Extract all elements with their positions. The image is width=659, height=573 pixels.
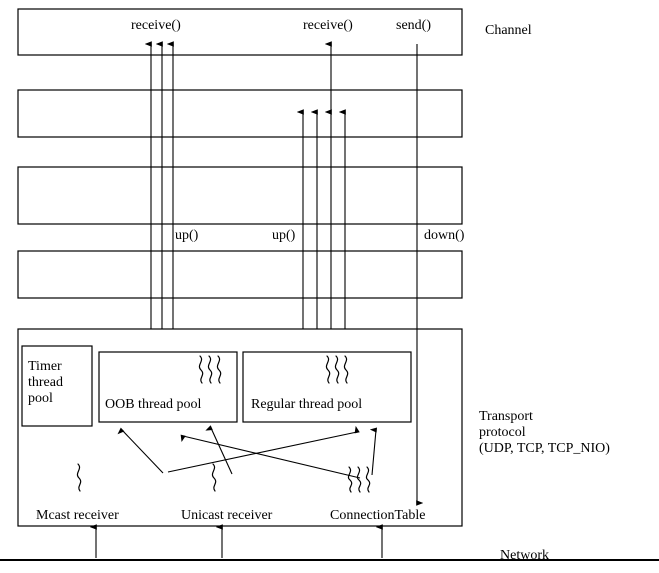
diagram-canvas: receive() receive() send() Channel up() … — [0, 0, 659, 573]
unicast-receiver-label: Unicast receiver — [181, 508, 273, 523]
up-mid-label: up() — [272, 228, 296, 243]
channel-label: Channel — [485, 23, 532, 38]
receive-left-label: receive() — [131, 18, 181, 33]
protocol-layer-box-1 — [17, 89, 463, 138]
mcast-receiver-label: Mcast receiver — [36, 508, 119, 523]
protocol-layer-box-2 — [17, 166, 463, 225]
diagram-vector-layer — [0, 8, 659, 561]
timer-thread-pool-label: Timer thread pool — [28, 359, 63, 406]
up-left-label: up() — [175, 228, 199, 243]
send-label: send() — [396, 18, 431, 33]
receive-mid-label: receive() — [303, 18, 353, 33]
connection-table-label: ConnectionTable — [330, 508, 426, 523]
oob-thread-pool-label: OOB thread pool — [105, 397, 202, 412]
protocol-layer-box-3 — [17, 250, 463, 299]
down-label: down() — [424, 228, 465, 243]
transport-protocol-label: Transport protocol (UDP, TCP, TCP_NIO) — [479, 409, 610, 456]
network-label: Network — [500, 548, 549, 563]
regular-thread-pool-label: Regular thread pool — [251, 397, 363, 412]
